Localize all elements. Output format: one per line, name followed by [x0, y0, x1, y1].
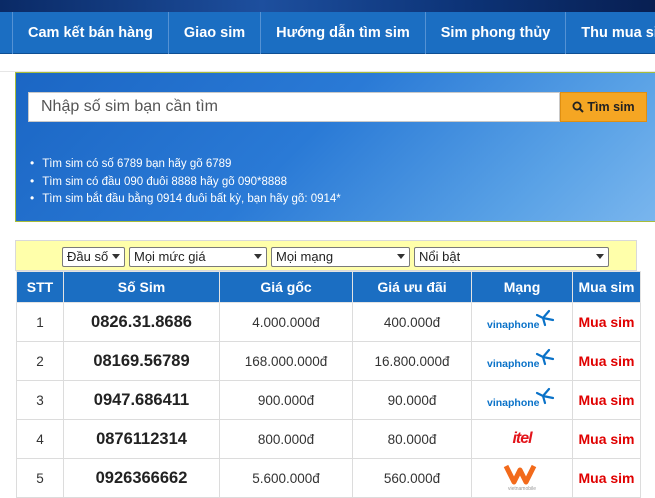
- sale-price: 16.800.000đ: [352, 341, 472, 381]
- search-tip: Tìm sim bắt đầu bằng 0914 đuôi bất kỳ, b…: [30, 190, 341, 208]
- vinaphone-star-icon: [535, 387, 555, 404]
- col-header-original-price: Giá gốc: [219, 271, 353, 303]
- buy-sim-link[interactable]: Mua sim: [572, 302, 641, 342]
- table-row: 3 0947.686411 900.000đ 90.000đ vinaphone…: [16, 380, 641, 420]
- search-button-label: Tìm sim: [587, 100, 635, 114]
- search-icon: [572, 101, 585, 113]
- nav-item-giao-sim[interactable]: Giao sim: [169, 12, 262, 54]
- col-header-stt: STT: [16, 271, 64, 303]
- search-input[interactable]: Nhập số sim bạn cần tìm: [28, 92, 560, 122]
- col-header-sale-price: Giá ưu đãi: [352, 271, 472, 303]
- sim-number[interactable]: 08169.56789: [63, 341, 220, 381]
- original-price: 5.600.000đ: [219, 458, 353, 498]
- original-price: 900.000đ: [219, 380, 353, 420]
- row-stt: 3: [16, 380, 64, 420]
- network-select[interactable]: Mọi mạng: [271, 247, 410, 267]
- search-panel: Nhập số sim bạn cần tìm Tìm sim Tìm sim …: [15, 72, 655, 222]
- table-row: 1 0826.31.8686 4.000.000đ 400.000đ vinap…: [16, 302, 641, 342]
- network-logo-itel: itel: [471, 419, 573, 459]
- sale-price: 400.000đ: [352, 302, 472, 342]
- vinaphone-star-icon: [535, 309, 555, 326]
- row-stt: 1: [16, 302, 64, 342]
- col-header-number: Số Sim: [63, 271, 220, 303]
- buy-sim-link[interactable]: Mua sim: [572, 380, 641, 420]
- svg-text:vietnamobile: vietnamobile: [508, 486, 536, 492]
- price-select[interactable]: Mọi mức giá: [129, 247, 267, 267]
- search-tip: Tìm sim có đầu 090 đuôi 8888 hãy gõ 090*…: [30, 173, 341, 191]
- sim-number[interactable]: 0826.31.8686: [63, 302, 220, 342]
- buy-sim-link[interactable]: Mua sim: [572, 458, 641, 498]
- header-banner-strip: [0, 0, 655, 12]
- table-header-row: STT Số Sim Giá gốc Giá ưu đãi Mạng Mua s…: [16, 271, 641, 303]
- chevron-down-icon: [112, 254, 120, 259]
- network-logo-vinaphone: vinaphone: [471, 380, 573, 420]
- search-tip: Tìm sim có số 6789 bạn hãy gõ 6789: [30, 155, 341, 173]
- sim-number[interactable]: 0926366662: [63, 458, 220, 498]
- search-button[interactable]: Tìm sim: [560, 92, 647, 122]
- table-row: 2 08169.56789 168.000.000đ 16.800.000đ v…: [16, 341, 641, 381]
- vietnamobile-logo-icon: vietnamobile: [503, 464, 536, 492]
- original-price: 800.000đ: [219, 419, 353, 459]
- main-nav: Cam kết bán hàng Giao sim Hướng dẫn tìm …: [0, 12, 655, 54]
- sale-price: 560.000đ: [352, 458, 472, 498]
- buy-sim-link[interactable]: Mua sim: [572, 419, 641, 459]
- row-stt: 2: [16, 341, 64, 381]
- sale-price: 80.000đ: [352, 419, 472, 459]
- chevron-down-icon: [397, 254, 405, 259]
- nav-item-huong-dan[interactable]: Hướng dẫn tìm sim: [261, 12, 426, 54]
- chevron-down-icon: [596, 254, 604, 259]
- sort-select[interactable]: Nổi bật: [414, 247, 609, 267]
- chevron-down-icon: [254, 254, 262, 259]
- spacer: [0, 54, 655, 72]
- nav-item-phong-thuy[interactable]: Sim phong thủy: [426, 12, 567, 54]
- sim-table: STT Số Sim Giá gốc Giá ưu đãi Mạng Mua s…: [16, 271, 641, 498]
- sim-number[interactable]: 0876112314: [63, 419, 220, 459]
- original-price: 4.000.000đ: [219, 302, 353, 342]
- network-logo-vinaphone: vinaphone: [471, 341, 573, 381]
- buy-sim-link[interactable]: Mua sim: [572, 341, 641, 381]
- table-row: 5 0926366662 5.600.000đ 560.000đ vietnam…: [16, 458, 641, 498]
- sale-price: 90.000đ: [352, 380, 472, 420]
- filter-bar: Đầu số Mọi mức giá Mọi mạng Nổi bật: [15, 240, 637, 271]
- original-price: 168.000.000đ: [219, 341, 353, 381]
- row-stt: 5: [16, 458, 64, 498]
- row-stt: 4: [16, 419, 64, 459]
- table-row: 4 0876112314 800.000đ 80.000đ itel Mua s…: [16, 419, 641, 459]
- vinaphone-star-icon: [535, 348, 555, 365]
- nav-item-cam-ket[interactable]: Cam kết bán hàng: [12, 12, 169, 54]
- nav-item-thu-mua[interactable]: Thu mua sim: [566, 12, 655, 54]
- col-header-network: Mạng: [471, 271, 573, 303]
- sim-number[interactable]: 0947.686411: [63, 380, 220, 420]
- network-logo-vietnamobile: vietnamobile: [471, 458, 573, 498]
- network-logo-vinaphone: vinaphone: [471, 302, 573, 342]
- col-header-buy: Mua sim: [572, 271, 641, 303]
- prefix-select[interactable]: Đầu số: [62, 247, 125, 267]
- search-tips: Tìm sim có số 6789 bạn hãy gõ 6789 Tìm s…: [30, 155, 341, 208]
